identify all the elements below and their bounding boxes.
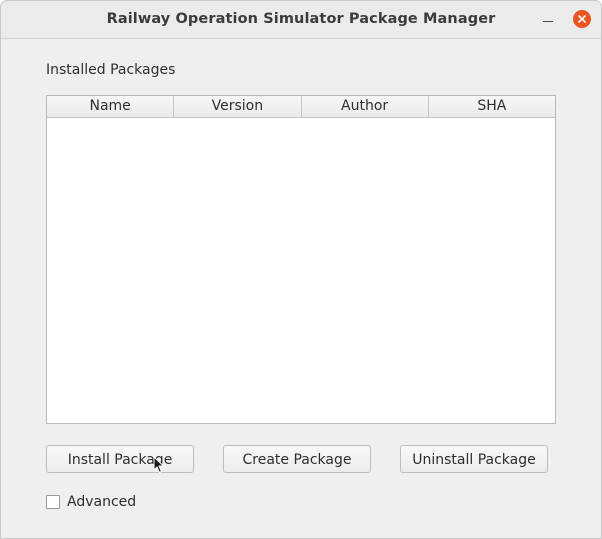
minimize-icon bbox=[543, 21, 553, 22]
column-header-name[interactable]: Name bbox=[47, 96, 175, 117]
installed-packages-table[interactable]: Name Version Author SHA bbox=[46, 95, 556, 424]
advanced-checkbox-label[interactable]: Advanced bbox=[67, 494, 136, 510]
uninstall-package-button[interactable]: Uninstall Package bbox=[400, 445, 548, 473]
window-title: Railway Operation Simulator Package Mana… bbox=[106, 11, 496, 27]
minimize-button[interactable] bbox=[538, 9, 558, 29]
table-header: Name Version Author SHA bbox=[47, 96, 555, 118]
title-bar[interactable]: Railway Operation Simulator Package Mana… bbox=[1, 1, 601, 39]
advanced-checkbox[interactable] bbox=[46, 495, 60, 509]
installed-packages-label: Installed Packages bbox=[46, 62, 176, 78]
install-package-button[interactable]: Install Package bbox=[46, 445, 194, 473]
create-package-button[interactable]: Create Package bbox=[223, 445, 371, 473]
close-icon bbox=[578, 15, 586, 23]
column-header-sha[interactable]: SHA bbox=[429, 96, 555, 117]
column-header-version[interactable]: Version bbox=[174, 96, 302, 117]
table-body[interactable] bbox=[47, 118, 555, 423]
column-header-author[interactable]: Author bbox=[302, 96, 429, 117]
package-manager-window: Railway Operation Simulator Package Mana… bbox=[0, 0, 602, 539]
close-button[interactable] bbox=[573, 10, 591, 28]
